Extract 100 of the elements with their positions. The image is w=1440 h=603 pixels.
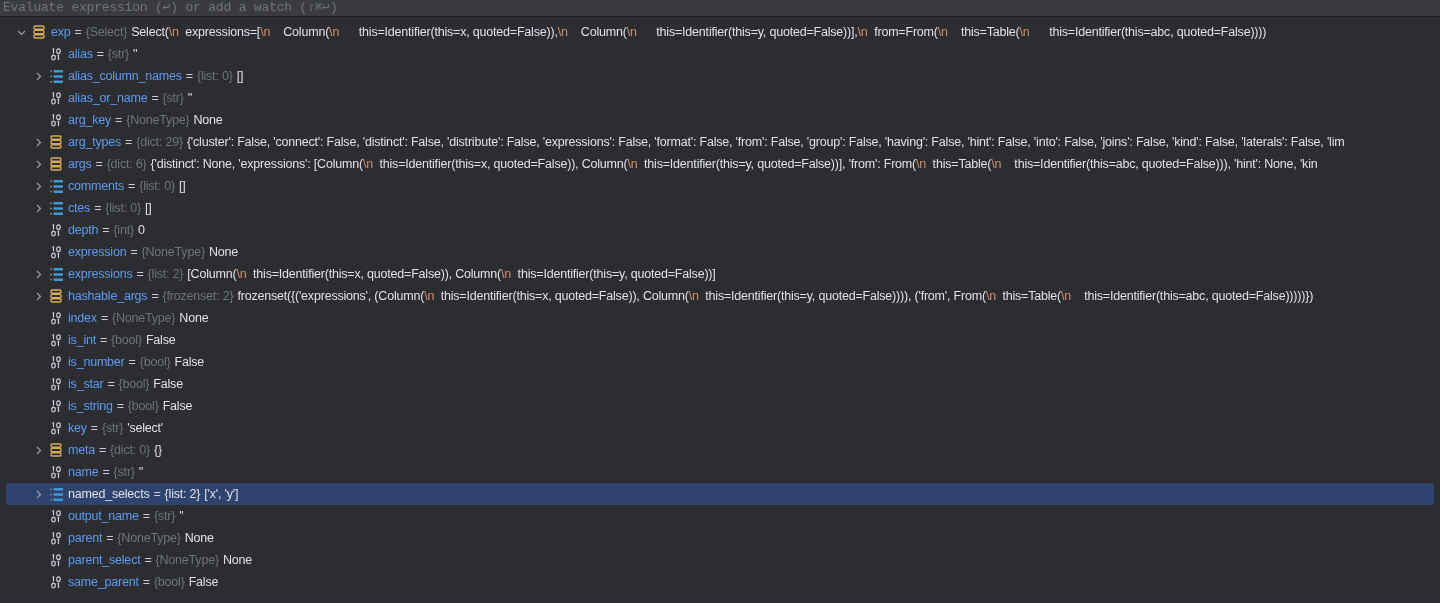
variable-row[interactable]: named_selects = {list: 2} ['x', 'y'] <box>6 483 1434 505</box>
equals-sign: = <box>100 331 108 349</box>
variable-row[interactable]: expression = {NoneType} None <box>6 241 1434 263</box>
variable-row[interactable]: is_star = {bool} False <box>6 373 1434 395</box>
variable-type: {list: 0} <box>196 67 233 85</box>
variable-row[interactable]: name = {str} '' <box>6 461 1434 483</box>
equals-sign: = <box>130 243 138 261</box>
variable-value: [Column(\n this=Identifier(this=x, quoted=False)), Column(\n this=Identifier(this=y, quoted=False))] <box>187 265 716 283</box>
binary-icon <box>50 113 62 127</box>
variable-type: {NoneType} <box>117 529 181 547</box>
variable-row[interactable]: alias = {str} '' <box>6 43 1434 65</box>
variable-row[interactable]: key = {str} 'select' <box>6 417 1434 439</box>
stack-icon <box>50 289 62 303</box>
list-icon <box>49 179 63 193</box>
variable-name: output_name <box>68 507 139 525</box>
binary-icon <box>50 223 62 237</box>
variable-name: alias_column_names <box>68 67 182 85</box>
variable-row[interactable]: comments = {list: 0} [] <box>6 175 1434 197</box>
variable-name: ctes <box>68 199 91 217</box>
binary-icon <box>50 47 62 61</box>
variable-type: {dict: 29} <box>136 133 183 151</box>
stack-icon <box>33 25 45 39</box>
variable-type: {list: 0} <box>139 177 175 195</box>
variable-name: args <box>68 155 92 173</box>
variable-type: {bool} <box>127 397 159 415</box>
variable-type: {list: 0} <box>105 199 141 217</box>
variable-name: alias_or_name <box>68 89 148 107</box>
binary-icon <box>50 245 62 259</box>
binary-icon <box>50 465 62 479</box>
variable-type: {bool} <box>111 331 142 349</box>
variable-row[interactable]: expressions = {list: 2} [Column(\n this=Identifier(this=x, quoted=False)), Column(\n this=Identifier(this=y, quoted=False))] <box>6 263 1434 285</box>
binary-icon <box>50 553 62 567</box>
variable-value: [] <box>236 67 244 85</box>
equals-sign: = <box>116 397 124 415</box>
binary-icon <box>50 333 62 347</box>
variable-row[interactable]: meta = {dict: 0} {} <box>6 439 1434 461</box>
variable-row[interactable]: output_name = {str} '' <box>6 505 1434 527</box>
variable-row[interactable]: parent = {NoneType} None <box>6 527 1434 549</box>
binary-icon <box>50 509 62 523</box>
variable-value: False <box>162 397 193 415</box>
equals-sign: = <box>107 375 115 393</box>
variable-name: index <box>68 309 97 327</box>
variable-type: {int} <box>113 221 134 239</box>
variable-value: [] <box>144 199 152 217</box>
equals-sign: = <box>151 89 159 107</box>
variable-row[interactable]: arg_key = {NoneType} None <box>6 109 1434 131</box>
equals-sign: = <box>144 551 152 569</box>
binary-icon <box>50 91 62 105</box>
variable-type: {dict: 0} <box>110 441 150 459</box>
variable-row[interactable]: depth = {int} 0 <box>6 219 1434 241</box>
variable-name: named_selects <box>68 485 150 503</box>
variable-type: {list: 2} <box>147 265 184 283</box>
variable-type: {bool} <box>118 375 150 393</box>
variable-row[interactable]: alias_or_name = {str} '' <box>6 87 1434 109</box>
equals-sign: = <box>115 111 123 129</box>
variable-name: arg_types <box>68 133 122 151</box>
equals-sign: = <box>136 265 144 283</box>
variable-name: is_number <box>68 353 125 371</box>
variable-value: None <box>193 111 223 129</box>
variable-value: '' <box>133 45 138 63</box>
equals-sign: = <box>142 573 150 591</box>
list-icon <box>49 201 63 215</box>
variable-type: {str} <box>107 45 130 63</box>
variable-type: {str} <box>162 89 184 107</box>
equals-sign: = <box>125 133 133 151</box>
variable-type: {str} <box>101 419 124 437</box>
variable-type: {NoneType} <box>126 111 190 129</box>
variable-type: {bool} <box>153 573 185 591</box>
variable-value: '' <box>138 463 144 481</box>
variable-type: {bool} <box>139 353 171 371</box>
variable-type: {dict: 6} <box>106 155 147 173</box>
variable-value: None <box>222 551 252 569</box>
variable-row[interactable]: is_string = {bool} False <box>6 395 1434 417</box>
variable-row[interactable]: is_number = {bool} False <box>6 351 1434 373</box>
variable-name: depth <box>68 221 99 239</box>
variable-name: same_parent <box>68 573 139 591</box>
variable-value: False <box>145 331 176 349</box>
variable-value: '' <box>187 89 193 107</box>
list-icon <box>49 69 63 83</box>
variable-type: {NoneType} <box>112 309 176 327</box>
variable-value: '' <box>179 507 184 525</box>
binary-icon <box>50 355 62 369</box>
variable-row[interactable]: is_int = {bool} False <box>6 329 1434 351</box>
variable-name: hashable_args <box>68 287 148 305</box>
equals-sign: = <box>142 507 150 525</box>
stack-icon <box>50 443 62 457</box>
variable-value: frozenset({('expressions', (Column(\n this=Identifier(this=x, quoted=False)), Column(\n this=Identifier(this=y, quoted=False)))), ('from', From(\n this=Table(\n this=Identifier(this=abc, quoted=False)))))}) <box>237 287 1314 305</box>
variable-row[interactable]: same_parent = {bool} False <box>6 571 1434 593</box>
variable-type: {Select} <box>85 23 128 41</box>
variable-row[interactable]: parent_select = {NoneType} None <box>6 549 1434 571</box>
variable-name: parent_select <box>68 551 141 569</box>
variable-row[interactable]: index = {NoneType} None <box>6 307 1434 329</box>
variable-name: expressions <box>68 265 133 283</box>
variable-row[interactable]: alias_column_names = {list: 0} [] <box>6 65 1434 87</box>
variable-type: {str} <box>153 507 176 525</box>
watch-input-field[interactable]: Evaluate expression (↩) or add a watch (⇧⌘↩) <box>0 0 1440 17</box>
binary-icon <box>50 377 62 391</box>
list-icon <box>49 487 63 501</box>
variable-row[interactable]: ctes = {list: 0} [] <box>6 197 1434 219</box>
variable-type: {NoneType} <box>155 551 219 569</box>
